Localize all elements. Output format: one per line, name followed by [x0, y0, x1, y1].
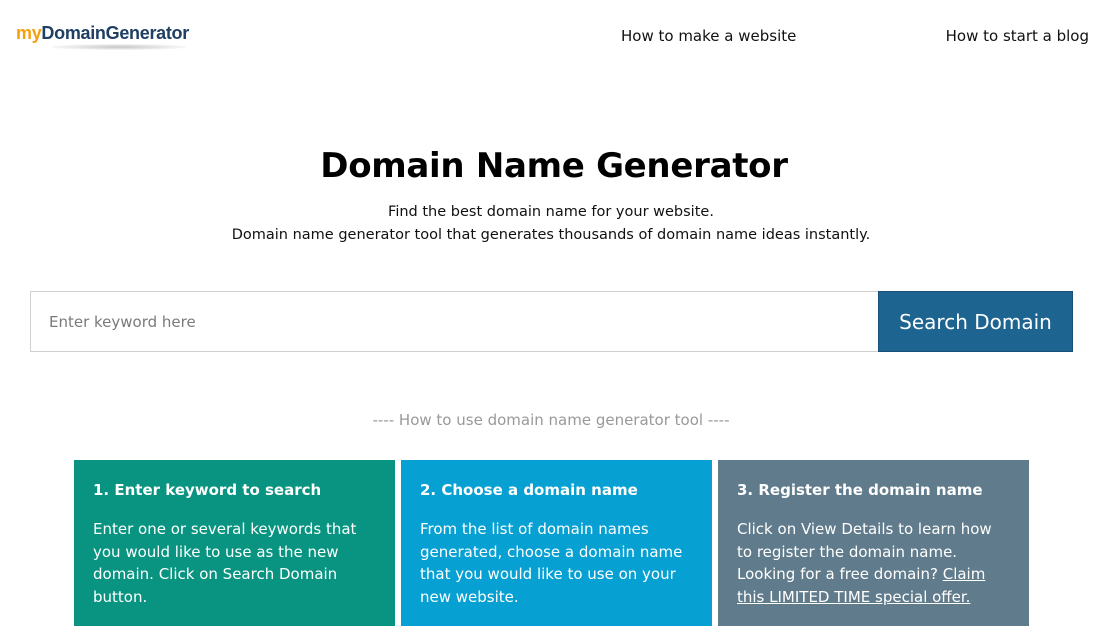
logo-rest: DomainGenerator — [41, 23, 189, 43]
howto-heading: ---- How to use domain name generator to… — [372, 411, 730, 429]
nav-how-to-start-blog[interactable]: How to start a blog — [946, 27, 1089, 45]
search-domain-button[interactable]: Search Domain — [878, 291, 1073, 352]
logo[interactable]: myDomainGenerator — [16, 22, 189, 52]
step-body-container: Click on View Details to learn how to re… — [737, 518, 1011, 608]
search-input[interactable] — [30, 291, 878, 352]
subtitle-line-1: Find the best domain name for your websi… — [388, 204, 714, 220]
step-body: Enter one or several keywords that you w… — [93, 520, 357, 606]
step-title: 3. Register the domain name — [737, 481, 983, 499]
nav-how-to-make-website[interactable]: How to make a website — [621, 27, 796, 45]
step-title: 2. Choose a domain name — [420, 481, 638, 499]
step-body: From the list of domain names generated,… — [420, 520, 683, 606]
step-card-3: 3. Register the domain name Click on Vie… — [718, 460, 1029, 626]
logo-swoosh-icon — [52, 44, 186, 50]
subtitle-line-2: Domain name generator tool that generate… — [231, 227, 871, 243]
step-card-1: 1. Enter keyword to search Enter one or … — [74, 460, 395, 626]
page-title: Domain Name Generator — [320, 146, 788, 186]
page: myDomainGenerator How to make a website … — [0, 0, 1108, 630]
logo-text: myDomainGenerator — [16, 22, 189, 44]
logo-my: my — [16, 23, 42, 43]
step-card-2: 2. Choose a domain name From the list of… — [401, 460, 712, 626]
step-title: 1. Enter keyword to search — [93, 481, 322, 499]
